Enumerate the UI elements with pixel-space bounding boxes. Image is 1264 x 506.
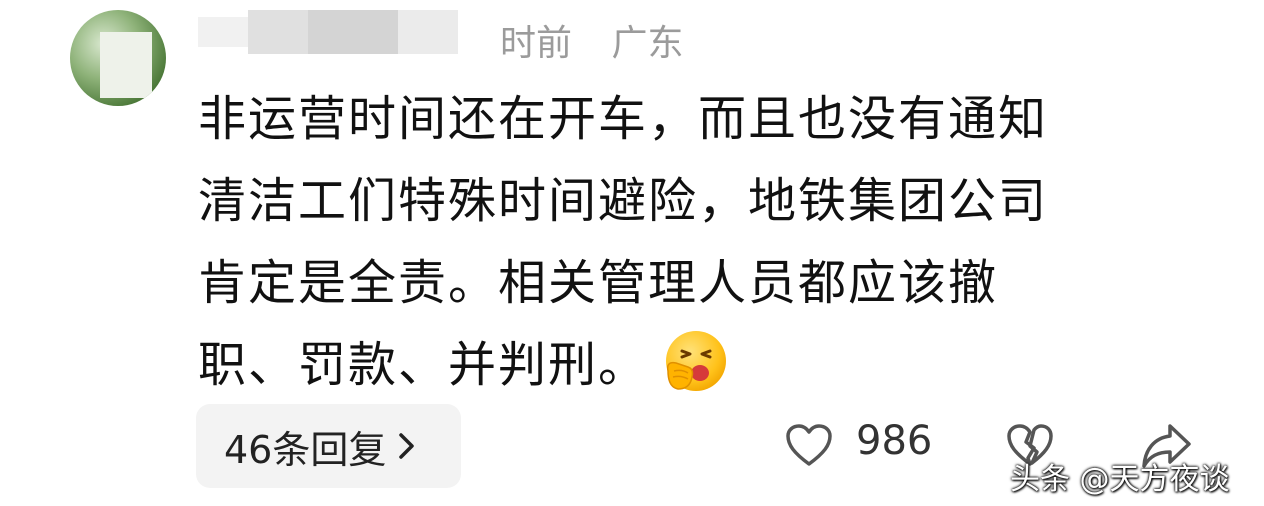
comment-line: 职、罚款、并判刑。 <box>198 337 649 393</box>
comment-line: 清洁工们特殊时间避险，地铁集团公司 <box>198 173 1049 229</box>
comment-location: 广东 <box>611 23 684 64</box>
comment-text: 非运营时间还在开车，而且也没有通知 清洁工们特殊时间避险，地铁集团公司 肯定是全… <box>198 78 1178 406</box>
avatar-blur <box>100 32 152 98</box>
watermark: 头条 @天方夜谈 <box>1010 462 1230 497</box>
comment-time: 时前 <box>500 23 573 64</box>
comment-line: 肯定是全责。相关管理人员都应该撤 <box>198 255 999 311</box>
view-replies-button[interactable]: 46条回复 <box>196 404 461 488</box>
avatar[interactable] <box>70 10 166 106</box>
comment-meta: 时前 广东 <box>500 14 683 66</box>
comment-line-last: 职、罚款、并判刑。 <box>198 324 1178 406</box>
yawning-face-emoji <box>666 331 727 391</box>
like-count: 986 <box>856 418 933 464</box>
comment-line: 非运营时间还在开车，而且也没有通知 <box>198 91 1049 147</box>
username-blurred[interactable] <box>198 10 498 54</box>
chevron-right-icon <box>399 433 415 459</box>
replies-label: 46条回复 <box>224 427 387 472</box>
heart-outline-icon[interactable] <box>784 422 834 468</box>
